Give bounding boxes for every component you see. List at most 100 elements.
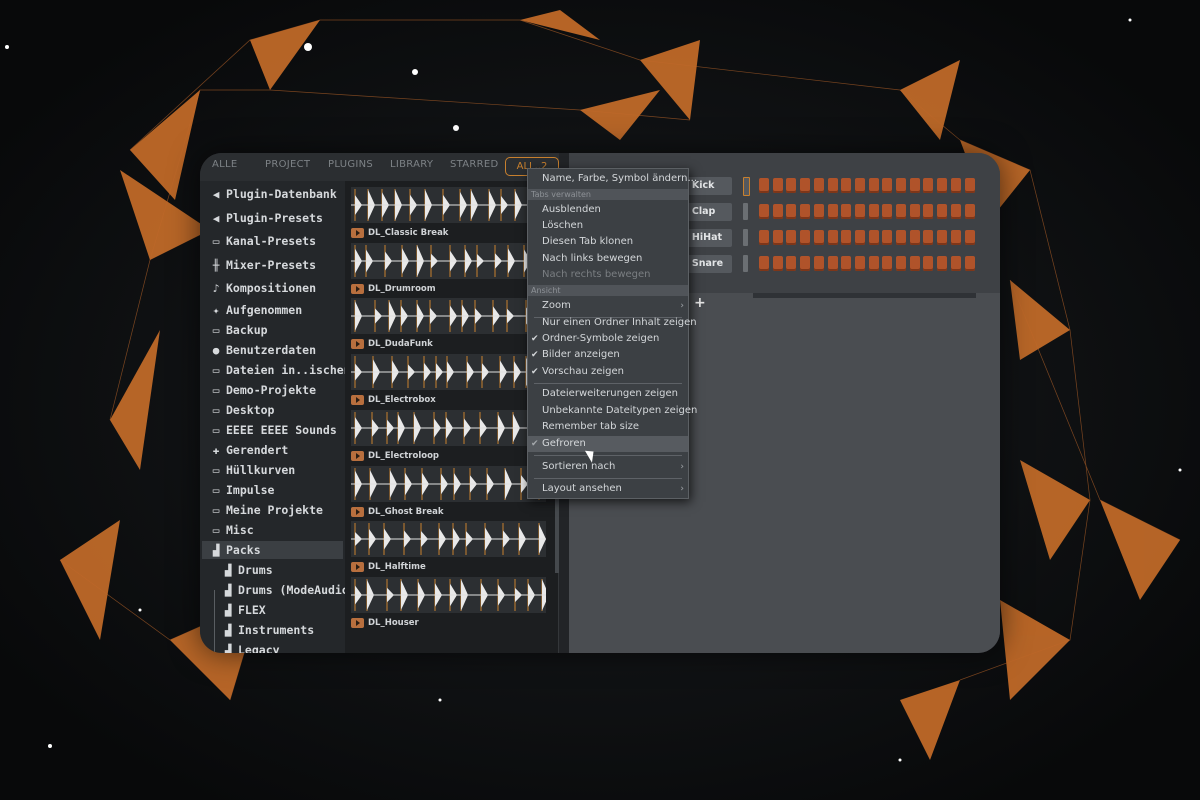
step-button[interactable]: [813, 256, 824, 271]
browser-item-meine-projekte[interactable]: ▭ Meine Projekte: [210, 501, 323, 519]
step-button[interactable]: [882, 178, 893, 193]
step-button[interactable]: [841, 256, 852, 271]
menu-item-klonen[interactable]: Diesen Tab klonen: [528, 234, 688, 250]
menu-item-ordner-symbole[interactable]: ✔ Ordner-Symbole zeigen: [528, 331, 688, 347]
step-button[interactable]: [896, 204, 906, 219]
step-button[interactable]: [800, 204, 811, 219]
play-icon[interactable]: [351, 617, 364, 628]
step-button[interactable]: [964, 204, 975, 219]
step-button[interactable]: [868, 256, 879, 271]
browser-item-benutzerdaten[interactable]: ● Benutzerdaten: [210, 341, 316, 359]
browser-item-legacy[interactable]: ▟ Legacy: [222, 641, 280, 653]
menu-item-links[interactable]: Nach links bewegen: [528, 251, 688, 267]
browser-item-desktop[interactable]: ▭ Desktop: [210, 401, 275, 419]
step-button[interactable]: [882, 256, 893, 271]
sample-item[interactable]: DL_Halftime: [351, 521, 546, 575]
browser-item-demo-projekte[interactable]: ▭ Demo-Projekte: [210, 381, 316, 399]
step-button[interactable]: [772, 204, 783, 219]
step-button[interactable]: [896, 178, 906, 193]
browser-item-huellkurven[interactable]: ▭ Hüllkurven: [210, 461, 296, 479]
channel-select-led[interactable]: [743, 203, 748, 220]
menu-item-gefroren[interactable]: ✔ Gefroren: [528, 436, 688, 452]
step-button[interactable]: [964, 230, 975, 245]
play-icon[interactable]: [351, 283, 364, 294]
menu-item-zoom[interactable]: Zoom ›: [528, 298, 688, 314]
menu-item-loeschen[interactable]: Löschen: [528, 218, 688, 234]
step-button[interactable]: [800, 178, 811, 193]
step-button[interactable]: [813, 178, 824, 193]
pattern-scrollbar[interactable]: [753, 293, 976, 298]
step-button[interactable]: [909, 256, 920, 271]
browser-item-mixer-presets[interactable]: ╫ Mixer-Presets: [210, 256, 316, 274]
step-button[interactable]: [937, 204, 948, 219]
tab-alle[interactable]: ALLE: [212, 159, 238, 170]
sample-item[interactable]: DL_Classic Break: [351, 187, 546, 241]
menu-item-layout[interactable]: Layout ansehen ›: [528, 481, 688, 497]
tab-library[interactable]: LIBRARY: [390, 159, 433, 170]
sample-item[interactable]: DL_DudaFunk: [351, 298, 546, 352]
step-button[interactable]: [909, 204, 920, 219]
step-button[interactable]: [772, 230, 783, 245]
step-button[interactable]: [800, 256, 811, 271]
browser-item-drums-modeaudio[interactable]: ▟ Drums (ModeAudio): [222, 581, 356, 599]
step-button[interactable]: [964, 178, 975, 193]
tab-starred[interactable]: STARRED: [450, 159, 499, 170]
step-button[interactable]: [923, 178, 934, 193]
step-button[interactable]: [882, 230, 893, 245]
menu-item-rename[interactable]: Name, Farbe, Symbol ändern...: [528, 171, 697, 187]
step-button[interactable]: [950, 204, 961, 219]
step-button[interactable]: [813, 230, 824, 245]
step-button[interactable]: [800, 230, 811, 245]
step-button[interactable]: [868, 178, 879, 193]
browser-item-packs[interactable]: ▟ Packs: [202, 541, 343, 559]
channel-select-led[interactable]: [743, 177, 750, 196]
step-button[interactable]: [868, 204, 879, 219]
step-button[interactable]: [896, 230, 906, 245]
step-button[interactable]: [868, 230, 879, 245]
browser-item-kanal-presets[interactable]: ▭ Kanal-Presets: [210, 232, 316, 250]
step-button[interactable]: [923, 204, 934, 219]
step-button[interactable]: [909, 230, 920, 245]
step-button[interactable]: [923, 256, 934, 271]
step-button[interactable]: [964, 256, 975, 271]
browser-item-instruments[interactable]: ▟ Instruments: [222, 621, 314, 639]
step-button[interactable]: [937, 230, 948, 245]
browser-item-gerendert[interactable]: ✚ Gerendert: [210, 441, 289, 459]
play-icon[interactable]: [351, 228, 364, 238]
menu-item-vorschau[interactable]: ✔ Vorschau zeigen: [528, 364, 688, 380]
sample-item[interactable]: DL_Electrobox: [351, 354, 546, 408]
step-button[interactable]: [772, 256, 783, 271]
step-button[interactable]: [923, 230, 934, 245]
step-button[interactable]: [827, 178, 838, 193]
browser-item-plugin-presets[interactable]: ◀ Plugin-Presets: [210, 209, 323, 227]
step-button[interactable]: [786, 178, 797, 193]
step-button[interactable]: [854, 230, 865, 245]
add-channel-button[interactable]: +: [694, 295, 706, 311]
tab-plugins[interactable]: PLUGINS: [328, 159, 373, 170]
step-button[interactable]: [950, 230, 961, 245]
step-button[interactable]: [841, 178, 852, 193]
browser-item-impulse[interactable]: ▭ Impulse: [210, 481, 275, 499]
step-button[interactable]: [759, 204, 769, 219]
step-button[interactable]: [813, 204, 824, 219]
step-button[interactable]: [950, 256, 961, 271]
step-button[interactable]: [772, 178, 783, 193]
step-button[interactable]: [841, 204, 852, 219]
step-button[interactable]: [786, 256, 797, 271]
channel-select-led[interactable]: [743, 255, 748, 272]
step-button[interactable]: [786, 230, 797, 245]
play-icon[interactable]: [351, 450, 364, 461]
play-icon[interactable]: [351, 339, 364, 350]
step-button[interactable]: [937, 178, 948, 193]
step-button[interactable]: [937, 256, 948, 271]
menu-item-ausblenden[interactable]: Ausblenden: [528, 202, 688, 218]
play-icon[interactable]: [351, 506, 364, 517]
menu-item-dateierweiterungen[interactable]: Dateierweiterungen zeigen: [528, 386, 688, 402]
step-button[interactable]: [827, 204, 838, 219]
step-button[interactable]: [759, 256, 769, 271]
step-button[interactable]: [827, 230, 838, 245]
step-button[interactable]: [950, 178, 961, 193]
sample-item[interactable]: DL_Ghost Break: [351, 465, 546, 520]
browser-item-aufgenommen[interactable]: ✦ Aufgenommen: [210, 301, 302, 319]
step-button[interactable]: [841, 230, 852, 245]
